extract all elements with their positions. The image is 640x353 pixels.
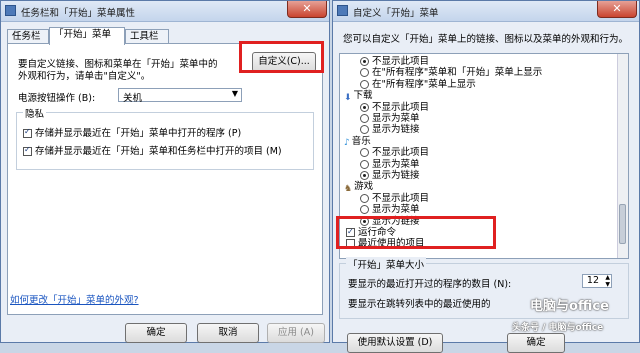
ok-button[interactable]: 确定	[507, 333, 565, 353]
radio-selected[interactable]	[360, 57, 369, 66]
start-menu-size-label: 「开始」菜单大小	[346, 257, 427, 271]
use-default-settings-button[interactable]: 使用默认设置 (D)	[347, 333, 443, 353]
list-item-label: 音乐	[351, 135, 371, 147]
radio-option[interactable]: 在"所有程序"菜单和「开始」菜单上显示	[360, 67, 542, 79]
ok-button[interactable]: 确定	[125, 323, 187, 343]
recent-programs-value: 12	[586, 275, 599, 286]
download-icon: ⬇	[344, 92, 352, 103]
highlight-customize-button	[239, 41, 324, 73]
radio-option[interactable]: 显示为菜单	[360, 159, 420, 171]
power-button-label: 电源按钮操作 (B):	[18, 93, 96, 104]
radio-unselected[interactable]	[360, 79, 369, 89]
list-item-label: 显示为链接	[372, 124, 420, 136]
radio-selected[interactable]	[360, 102, 369, 112]
list-item-label: 显示为菜单	[372, 158, 420, 170]
games-icon: ♞	[344, 183, 353, 194]
power-action-select[interactable]: 关机 ▼	[118, 88, 242, 104]
chevron-down-icon: ▼	[231, 89, 238, 98]
close-button[interactable]: ✕	[597, 1, 637, 18]
radio-unselected[interactable]	[360, 205, 369, 215]
radio-selected[interactable]	[360, 171, 369, 180]
list-item-label: 显示为菜单	[372, 204, 420, 216]
radio-option[interactable]: 不显示此项目	[360, 193, 429, 205]
radio-unselected[interactable]	[360, 148, 369, 158]
list-category-games: ♞ 游戏	[344, 181, 374, 194]
window-title: 自定义「开始」菜单	[353, 8, 439, 19]
list-item-label: 在"所有程序"菜单和「开始」菜单上显示	[372, 67, 543, 79]
customize-start-menu-window: 自定义「开始」菜单 ✕ 您可以自定义「开始」菜单上的链接、图标以及菜单的外观和行…	[332, 0, 640, 353]
jump-list-label: 要显示在跳转列表中的最近使用的	[348, 299, 491, 310]
list-item-label: 不显示此项目	[372, 101, 430, 113]
window-title: 任务栏和「开始」菜单属性	[21, 8, 136, 19]
tab-taskbar[interactable]: 任务栏	[7, 29, 49, 44]
list-item-label: 不显示此项目	[372, 192, 430, 204]
tab-toolbars[interactable]: 工具栏	[125, 29, 169, 44]
tab-panel: 要自定义链接、图标和菜单在「开始」菜单中的 外观和行为，请单击"自定义"。 自定…	[7, 43, 323, 315]
radio-unselected[interactable]	[360, 114, 369, 123]
privacy-group: 隐私 存储并显示最近在「开始」菜单中打开的程序 (P) 存储并显示最近在「开始」…	[16, 106, 314, 170]
radio-option[interactable]: 在"所有程序"菜单上显示	[360, 79, 476, 91]
list-item-label: 不显示此项目	[372, 147, 430, 159]
list-item-label: 不显示此项目	[372, 56, 430, 67]
checkbox-checked[interactable]	[23, 145, 32, 156]
title-bar: 任务栏和「开始」菜单属性 ✕	[1, 1, 329, 22]
apply-button[interactable]: 应用 (A)	[267, 323, 325, 343]
radio-option[interactable]: 显示为菜单	[360, 204, 420, 216]
list-item-label: 显示为菜单	[372, 113, 420, 124]
privacy-group-label: 隐私	[23, 106, 47, 120]
power-action-value: 关机	[123, 93, 143, 104]
privacy-option-programs[interactable]: 存储并显示最近在「开始」菜单中打开的程序 (P)	[23, 125, 241, 139]
list-item-label: 在"所有程序"菜单上显示	[372, 78, 476, 90]
highlight-run-command	[336, 216, 496, 249]
watermark-subtitle: 头条号 / 电脑与office	[512, 323, 604, 333]
scrollbar-thumb[interactable]	[619, 204, 626, 244]
title-bar: 自定义「开始」菜单 ✕	[333, 1, 639, 22]
radio-unselected[interactable]	[360, 159, 369, 169]
scrollbar[interactable]	[617, 54, 628, 258]
list-item-label: 下载	[353, 90, 373, 102]
radio-unselected[interactable]	[360, 68, 369, 78]
list-category-download: ⬇ 下载	[344, 90, 373, 103]
appearance-help-link[interactable]: 如何更改「开始」菜单的外观?	[10, 292, 139, 306]
close-button[interactable]: ✕	[287, 1, 327, 18]
recent-programs-stepper[interactable]: 12 ▲ ▼	[582, 274, 612, 288]
radio-option[interactable]: 不显示此项目	[360, 147, 429, 159]
privacy-option-programs-label: 存储并显示最近在「开始」菜单中打开的程序 (P)	[35, 128, 242, 139]
tab-start-menu[interactable]: 「开始」菜单	[49, 27, 125, 45]
radio-option[interactable]: 不显示此项目	[360, 102, 429, 114]
radio-option[interactable]: 显示为链接	[360, 124, 420, 136]
list-item-label: 游戏	[354, 181, 374, 193]
list-item-label: 显示为链接	[372, 170, 420, 181]
window-icon	[5, 5, 16, 16]
music-icon: ♪	[344, 138, 350, 149]
list-category-music: ♪ 音乐	[344, 135, 371, 149]
intro-text: 您可以自定义「开始」菜单上的链接、图标以及菜单的外观和行为。	[343, 34, 629, 45]
checkbox-checked[interactable]	[23, 127, 32, 138]
stepper-arrows-icon[interactable]: ▲ ▼	[605, 274, 610, 288]
privacy-option-items[interactable]: 存储并显示最近在「开始」菜单和任务栏中打开的项目 (M)	[23, 143, 282, 157]
recent-programs-label: 要显示的最近打开过的程序的数目 (N):	[348, 279, 512, 290]
cancel-button[interactable]: 取消	[197, 323, 259, 343]
window-icon	[337, 5, 348, 16]
intro-line-2: 外观和行为，请单击"自定义"。	[18, 71, 151, 82]
watermark-title: 电脑与office	[530, 299, 609, 314]
privacy-option-items-label: 存储并显示最近在「开始」菜单和任务栏中打开的项目 (M)	[35, 146, 282, 157]
radio-unselected[interactable]	[360, 193, 369, 203]
radio-unselected[interactable]	[360, 125, 369, 135]
